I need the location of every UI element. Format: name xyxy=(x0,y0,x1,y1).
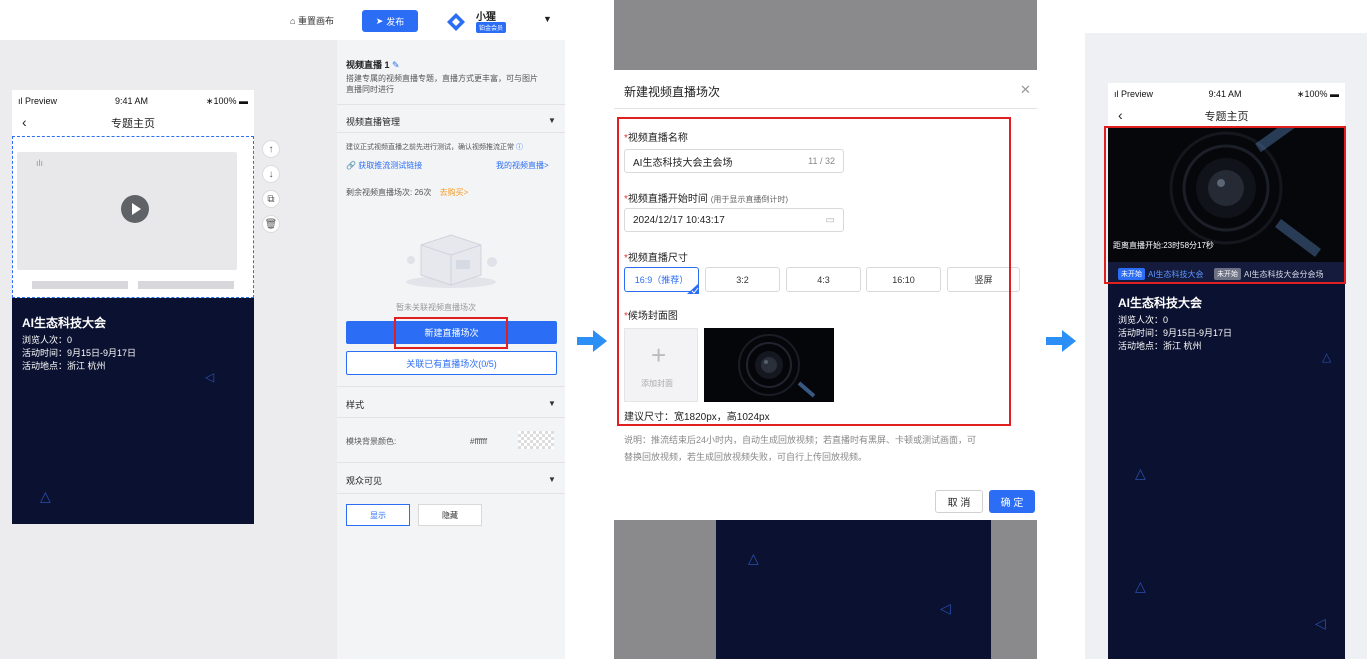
chevron-down-icon: ▼ xyxy=(543,14,552,24)
chart-icon: ılı xyxy=(36,158,44,168)
chevron-down-icon[interactable]: ▼ xyxy=(548,116,556,125)
chevron-down-icon[interactable]: ▼ xyxy=(548,399,556,408)
triangle-icon: ◁ xyxy=(1315,615,1326,631)
divider xyxy=(337,462,565,463)
link-existing-button[interactable]: 关联已有直播场次(0/5) xyxy=(346,351,557,375)
visible-section-title: 观众可见 xyxy=(346,476,383,486)
user-name: 小猩 xyxy=(476,12,496,23)
module-title: 视频直播 1 ✎ xyxy=(346,60,400,70)
event-title: AI生态科技大会 xyxy=(22,316,107,330)
triangle-icon: △ xyxy=(1135,578,1146,594)
highlight-box xyxy=(394,317,508,349)
dialog-title: 新建视频直播场次 xyxy=(624,85,721,99)
phone-preview-dimmed xyxy=(716,520,991,659)
views-text: 浏览人次：0 xyxy=(1118,315,1169,325)
copy-icon[interactable]: ⧉ xyxy=(262,190,280,208)
manage-section-title: 视频直播管理 xyxy=(346,117,401,127)
divider xyxy=(614,108,1037,109)
color-swatch[interactable] xyxy=(518,431,554,449)
bg-color-label: 模块背景颜色: xyxy=(346,437,397,446)
member-badge: 铂金会员 xyxy=(476,22,507,33)
back-icon[interactable]: ‹ xyxy=(1118,107,1123,123)
style-section-title: 样式 xyxy=(346,400,365,410)
send-icon: ➤ xyxy=(375,15,384,26)
divider xyxy=(337,417,565,418)
play-icon[interactable] xyxy=(121,195,149,223)
cancel-button[interactable]: 取 消 xyxy=(935,490,983,513)
divider xyxy=(337,132,565,133)
views-text: 浏览人次：0 xyxy=(22,335,73,345)
highlight-box xyxy=(1104,126,1346,284)
reset-icon: ⌂ xyxy=(290,16,296,26)
triangle-icon: △ xyxy=(748,550,759,566)
link-icon: 🔗 xyxy=(346,161,356,170)
triangle-icon: △ xyxy=(1322,350,1332,364)
location-text: 活动地点：浙江 杭州 xyxy=(22,361,106,371)
back-icon[interactable]: ‹ xyxy=(22,114,27,130)
dialog-note: 说明：推流结束后24小时内，自动生成回放视频；若直播时有黑屏、卡顿或测试画面，可… xyxy=(624,435,977,462)
move-up-icon[interactable]: ↑ xyxy=(262,140,280,158)
status-bar: ıl Preview 9:41 AM ∗100% ▬ xyxy=(1114,88,1339,100)
status-bar: ıl Preview 9:41 AM ∗100% ▬ xyxy=(18,95,248,107)
divider xyxy=(337,104,565,105)
tab-placeholder xyxy=(138,281,234,289)
close-icon[interactable]: ✕ xyxy=(1020,82,1031,98)
account-dropdown[interactable]: ▼ xyxy=(543,14,552,24)
location-text: 活动地点：浙江 杭州 xyxy=(1118,341,1202,351)
empty-text: 暂未关联视频直播场次 xyxy=(396,303,476,312)
time-text: 活动时间：9月15日-9月17日 xyxy=(22,348,137,358)
help-icon[interactable]: ⓘ xyxy=(516,144,523,151)
dim-overlay xyxy=(614,0,1037,70)
bg-color-value: #ffffff xyxy=(470,437,488,446)
battery-icon: ▬ xyxy=(1327,88,1339,99)
remain-count: 剩余视频直播场次: 26次 去购买> xyxy=(346,188,469,197)
nav-bar: ‹ 专题主页 xyxy=(1118,107,1249,123)
triangle-icon: △ xyxy=(1135,465,1146,481)
triangle-icon: ◁ xyxy=(940,600,951,616)
highlight-box xyxy=(617,117,1011,426)
tab-placeholder xyxy=(32,281,128,289)
event-title: AI生态科技大会 xyxy=(1118,296,1203,310)
logo-icon xyxy=(446,12,466,32)
publish-button[interactable]: ➤ 发布 xyxy=(362,10,418,32)
my-live-link[interactable]: 我的视频直播> xyxy=(496,160,549,171)
show-option[interactable]: 显示 xyxy=(346,504,410,526)
edit-icon[interactable]: ✎ xyxy=(392,60,400,70)
module-desc: 搭建专属的视频直播专题，直播方式更丰富，可与图片 直播同时进行 xyxy=(346,74,538,94)
battery-icon: ▬ xyxy=(236,95,248,106)
arrow-right-icon xyxy=(577,330,607,352)
move-down-icon[interactable]: ↓ xyxy=(262,165,280,183)
chevron-down-icon[interactable]: ▼ xyxy=(548,475,556,484)
get-link-button[interactable]: 🔗 获取推流测试链接 xyxy=(346,160,422,171)
test-tip: 建议正式视频直播之前先进行测试，确认视频推流正常 ⓘ xyxy=(346,144,523,151)
time-text: 活动时间：9月15日-9月17日 xyxy=(1118,328,1233,338)
delete-icon[interactable]: 🗑 xyxy=(262,215,280,233)
signal-icon: ıl xyxy=(1114,89,1122,99)
hide-option[interactable]: 隐藏 xyxy=(418,504,482,526)
divider xyxy=(337,386,565,387)
arrow-right-icon xyxy=(1046,330,1076,352)
nav-bar: ‹ 专题主页 xyxy=(22,114,155,130)
buy-link[interactable]: 去购买> xyxy=(440,188,469,197)
confirm-button[interactable]: 确 定 xyxy=(989,490,1035,513)
triangle-icon: ◁ xyxy=(205,370,215,384)
triangle-icon: △ xyxy=(40,488,51,504)
empty-box-illustration xyxy=(396,210,506,290)
signal-icon: ıl xyxy=(18,96,26,106)
divider xyxy=(337,493,565,494)
reset-canvas-button[interactable]: ⌂ 重置画布 xyxy=(290,14,334,27)
